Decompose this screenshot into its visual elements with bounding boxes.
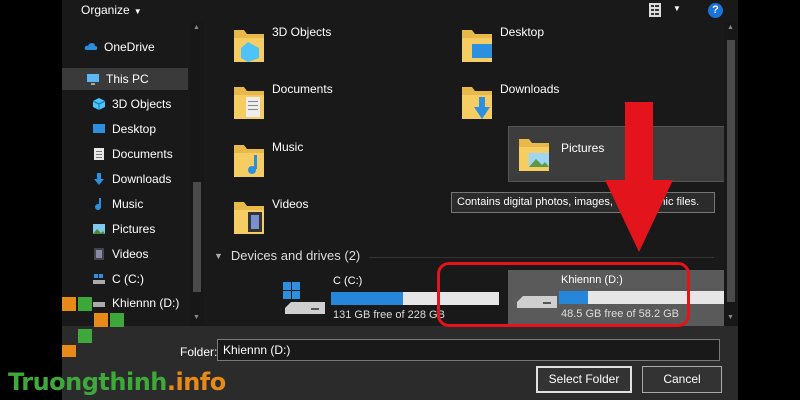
nav-item-label: Music — [112, 197, 144, 211]
folder-documents[interactable]: Documents — [204, 79, 424, 131]
folder-3d-objects[interactable]: 3D Objects — [204, 22, 424, 74]
nav-item-label: Documents — [112, 147, 173, 161]
folder-label: Downloads — [500, 82, 560, 96]
watermark-part1: Truongthinh — [8, 368, 167, 396]
scroll-up-icon[interactable]: ▲ — [193, 24, 200, 31]
folder-downloads[interactable]: Downloads — [432, 79, 652, 131]
cloud-icon — [84, 43, 98, 50]
navigation-pane: OneDrive This PC 3D Objects Desktop Docu… — [62, 22, 204, 326]
nav-item-label: Pictures — [112, 222, 156, 236]
drive-usage-fill — [331, 292, 404, 305]
nav-item-label: C (C:) — [112, 272, 144, 286]
folder-desktop[interactable]: Desktop — [432, 22, 652, 74]
nav-item-label: Desktop — [112, 122, 157, 136]
folder-label: Desktop — [500, 25, 545, 39]
folder-music[interactable]: Music — [204, 137, 424, 189]
folder-videos[interactable]: Videos — [204, 194, 424, 246]
content-scrollbar[interactable]: ▲ ▼ — [724, 22, 738, 326]
folder-3d-objects-icon — [234, 30, 264, 62]
cube-icon — [92, 98, 106, 110]
nav-item-this-pc[interactable]: This PC — [62, 68, 188, 90]
document-icon — [94, 148, 104, 160]
view-chevron-down-icon[interactable]: ▼ — [673, 4, 681, 13]
drive-free-space: 131 GB free of 228 GB — [333, 309, 445, 321]
computer-icon — [87, 74, 99, 85]
content-scroll-thumb[interactable] — [727, 40, 735, 302]
windows-drive-icon — [93, 274, 105, 284]
help-button[interactable]: ? — [708, 3, 723, 18]
chevron-down-icon: ▼ — [214, 250, 223, 261]
folder-label: Music — [272, 140, 304, 154]
nav-item-label: This PC — [106, 72, 149, 86]
toolbar: Organize ▼ ▼ ? — [62, 0, 738, 22]
folder-desktop-icon — [462, 30, 492, 62]
nav-item-label: OneDrive — [104, 40, 155, 54]
folder-field[interactable] — [217, 339, 720, 361]
scroll-down-icon[interactable]: ▼ — [193, 314, 200, 321]
view-options-icon[interactable] — [649, 3, 661, 17]
folder-music-icon — [234, 145, 264, 177]
watermark-part2: .info — [166, 368, 226, 396]
watermark-text: Truongthinh.info — [8, 368, 226, 396]
music-note-icon — [95, 198, 101, 210]
pictures-tooltip: Contains digital photos, images, and gra… — [451, 192, 715, 213]
download-arrow-icon — [94, 173, 104, 185]
scroll-up-icon[interactable]: ▲ — [727, 24, 734, 31]
annotation-arrow-head — [605, 180, 673, 252]
nav-item-label: 3D Objects — [112, 97, 172, 111]
folder-pictures[interactable]: Pictures — [508, 126, 732, 182]
folder-downloads-icon — [462, 87, 492, 119]
film-icon — [94, 248, 104, 260]
nav-scrollbar[interactable]: ▲ ▼ — [190, 22, 204, 326]
devices-section-title: Devices and drives (2) — [230, 248, 361, 263]
folder-pictures-icon — [519, 139, 549, 171]
nav-item-label: Videos — [112, 247, 149, 261]
devices-section-header[interactable]: ▼ Devices and drives (2) — [214, 248, 360, 263]
section-divider — [369, 257, 714, 258]
chevron-down-icon: ▼ — [133, 7, 142, 16]
annotation-highlight-box — [437, 262, 690, 327]
select-folder-button[interactable]: Select Folder — [536, 366, 632, 393]
folder-label: Documents — [272, 82, 333, 96]
cancel-button[interactable]: Cancel — [642, 366, 722, 393]
drive-name: C (C:) — [333, 275, 363, 287]
folder-field-label: Folder: — [180, 345, 218, 359]
folder-label: Pictures — [561, 141, 605, 155]
annotation-arrow-shaft — [625, 102, 653, 182]
folder-videos-icon — [234, 202, 264, 234]
nav-item-label: Downloads — [112, 172, 172, 186]
folder-label: 3D Objects — [272, 25, 332, 39]
watermark-logo-icon — [62, 297, 124, 357]
folder-documents-icon — [234, 87, 264, 119]
scroll-down-icon[interactable]: ▼ — [727, 314, 734, 321]
folder-label: Videos — [272, 197, 309, 211]
organize-label: Organize — [81, 3, 130, 17]
organize-menu[interactable]: Organize ▼ — [81, 3, 142, 17]
nav-scroll-thumb[interactable] — [193, 182, 201, 292]
desktop-icon — [93, 124, 105, 133]
windows-drive-icon — [283, 282, 325, 314]
picture-icon — [93, 224, 105, 234]
